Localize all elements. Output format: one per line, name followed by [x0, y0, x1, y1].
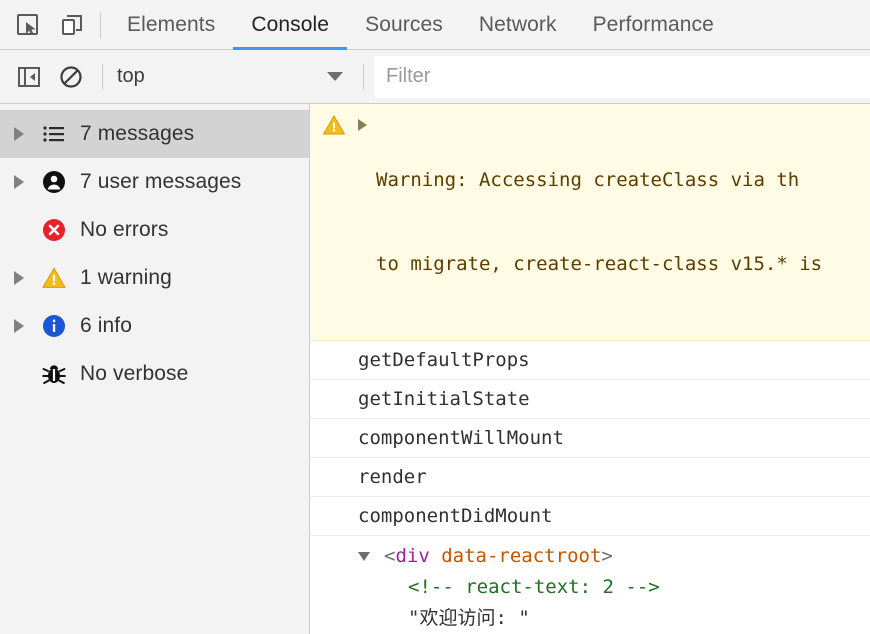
- console-warning-message[interactable]: Warning: Accessing createClass via th to…: [310, 104, 870, 341]
- console-body: 7 messages 7 user messages No errors 1 w…: [0, 104, 870, 634]
- info-icon: [34, 314, 74, 338]
- dom-tree-output: <div data-reactroot> <!-- react-text: 2 -…: [376, 541, 870, 634]
- dom-token: [430, 545, 441, 567]
- tab-label: Network: [478, 12, 557, 36]
- dom-token: "欢迎访问: ": [408, 607, 530, 629]
- console-messages-pane[interactable]: Warning: Accessing createClass via th to…: [310, 104, 870, 634]
- console-log-message[interactable]: getInitialState: [310, 380, 870, 419]
- dom-token: div: [395, 545, 430, 567]
- sidebar-item-verbose[interactable]: No verbose: [0, 350, 309, 398]
- dom-token: <: [384, 545, 396, 567]
- console-log-message[interactable]: componentDidMount: [310, 497, 870, 536]
- panel-tabs: Elements Console Sources Network Perform…: [109, 0, 732, 50]
- console-log-message[interactable]: componentWillMount: [310, 419, 870, 458]
- dom-token: <!-- react-text: 2 -->: [408, 576, 660, 598]
- sidebar-item-label: No errors: [80, 218, 169, 241]
- filter-input[interactable]: [374, 55, 870, 98]
- message-level-gutter: [310, 463, 358, 466]
- toolbar-divider: [102, 63, 103, 90]
- chevron-right-icon[interactable]: [14, 319, 34, 333]
- chevron-right-icon[interactable]: [358, 110, 376, 131]
- chevron-down-icon: [327, 72, 343, 81]
- log-text: componentDidMount: [358, 505, 553, 527]
- log-text: render: [358, 466, 427, 488]
- log-text: getInitialState: [358, 388, 530, 410]
- tab-label: Sources: [365, 12, 443, 36]
- sidebar-item-label: No verbose: [80, 362, 189, 385]
- dom-token: >: [601, 545, 613, 567]
- console-toolbar: top: [0, 50, 870, 104]
- dom-line: <div data-reactroot>: [376, 541, 870, 572]
- device-toolbar-icon[interactable]: [50, 3, 94, 47]
- message-level-gutter: [310, 424, 358, 427]
- tab-performance[interactable]: Performance: [575, 0, 732, 50]
- sidebar-item-errors[interactable]: No errors: [0, 206, 309, 254]
- chevron-right-icon[interactable]: [14, 271, 34, 285]
- devtools-tab-bar: Elements Console Sources Network Perform…: [0, 0, 870, 50]
- chevron-down-icon[interactable]: [358, 541, 376, 561]
- dom-line: "欢迎访问: ": [376, 603, 870, 634]
- console-dom-message[interactable]: <div data-reactroot> <!-- react-text: 2 -…: [310, 536, 870, 634]
- list-icon: [34, 122, 74, 146]
- console-sidebar-toggle-icon[interactable]: [8, 56, 50, 98]
- devtools-window: Elements Console Sources Network Perform…: [0, 0, 870, 634]
- chevron-right-icon[interactable]: [14, 127, 34, 141]
- clear-console-icon[interactable]: [50, 56, 92, 98]
- tab-sources[interactable]: Sources: [347, 0, 461, 50]
- sidebar-item-label: 7 messages: [80, 122, 195, 145]
- sidebar-item-warnings[interactable]: 1 warning: [0, 254, 309, 302]
- log-text: componentWillMount: [358, 427, 564, 449]
- sidebar-item-messages[interactable]: 7 messages: [0, 110, 309, 158]
- message-level-gutter: [310, 502, 358, 505]
- sidebar-item-info[interactable]: 6 info: [0, 302, 309, 350]
- tab-label: Console: [251, 12, 330, 36]
- error-icon: [34, 218, 74, 242]
- warning-text: Warning: Accessing createClass via th to…: [376, 110, 870, 334]
- warning-icon: [34, 266, 74, 290]
- inspect-element-icon[interactable]: [6, 3, 50, 47]
- user-icon: [34, 170, 74, 194]
- log-text: getDefaultProps: [358, 349, 530, 371]
- message-level-gutter: [310, 385, 358, 388]
- tab-console[interactable]: Console: [233, 0, 347, 50]
- tab-network[interactable]: Network: [461, 0, 575, 50]
- tab-elements[interactable]: Elements: [109, 0, 233, 50]
- filter-container: [374, 50, 870, 104]
- console-log-message[interactable]: getDefaultProps: [310, 341, 870, 380]
- warning-line-2: to migrate, create-react-class v15.* is: [376, 253, 823, 275]
- sidebar-item-label: 1 warning: [80, 266, 172, 289]
- chevron-right-icon[interactable]: [14, 175, 34, 189]
- sidebar-item-label: 7 user messages: [80, 170, 242, 193]
- message-level-gutter: [310, 110, 358, 137]
- warning-icon: [322, 115, 346, 135]
- warning-line-1: Warning: Accessing createClass via th: [376, 169, 800, 191]
- tab-label: Performance: [592, 12, 714, 36]
- toolbar-divider: [100, 11, 101, 38]
- execution-context-dropdown[interactable]: top: [113, 56, 353, 98]
- console-sidebar: 7 messages 7 user messages No errors 1 w…: [0, 104, 310, 634]
- bug-icon: [34, 362, 74, 386]
- dom-line: <!-- react-text: 2 -->: [376, 572, 870, 603]
- toolbar-divider: [363, 63, 364, 90]
- sidebar-item-user-messages[interactable]: 7 user messages: [0, 158, 309, 206]
- dom-token: data-reactroot: [441, 545, 602, 567]
- message-level-gutter: [310, 346, 358, 349]
- message-level-gutter: [310, 541, 358, 544]
- tab-label: Elements: [127, 12, 216, 36]
- console-log-message[interactable]: render: [310, 458, 870, 497]
- sidebar-item-label: 6 info: [80, 314, 132, 337]
- execution-context-value: top: [117, 65, 145, 87]
